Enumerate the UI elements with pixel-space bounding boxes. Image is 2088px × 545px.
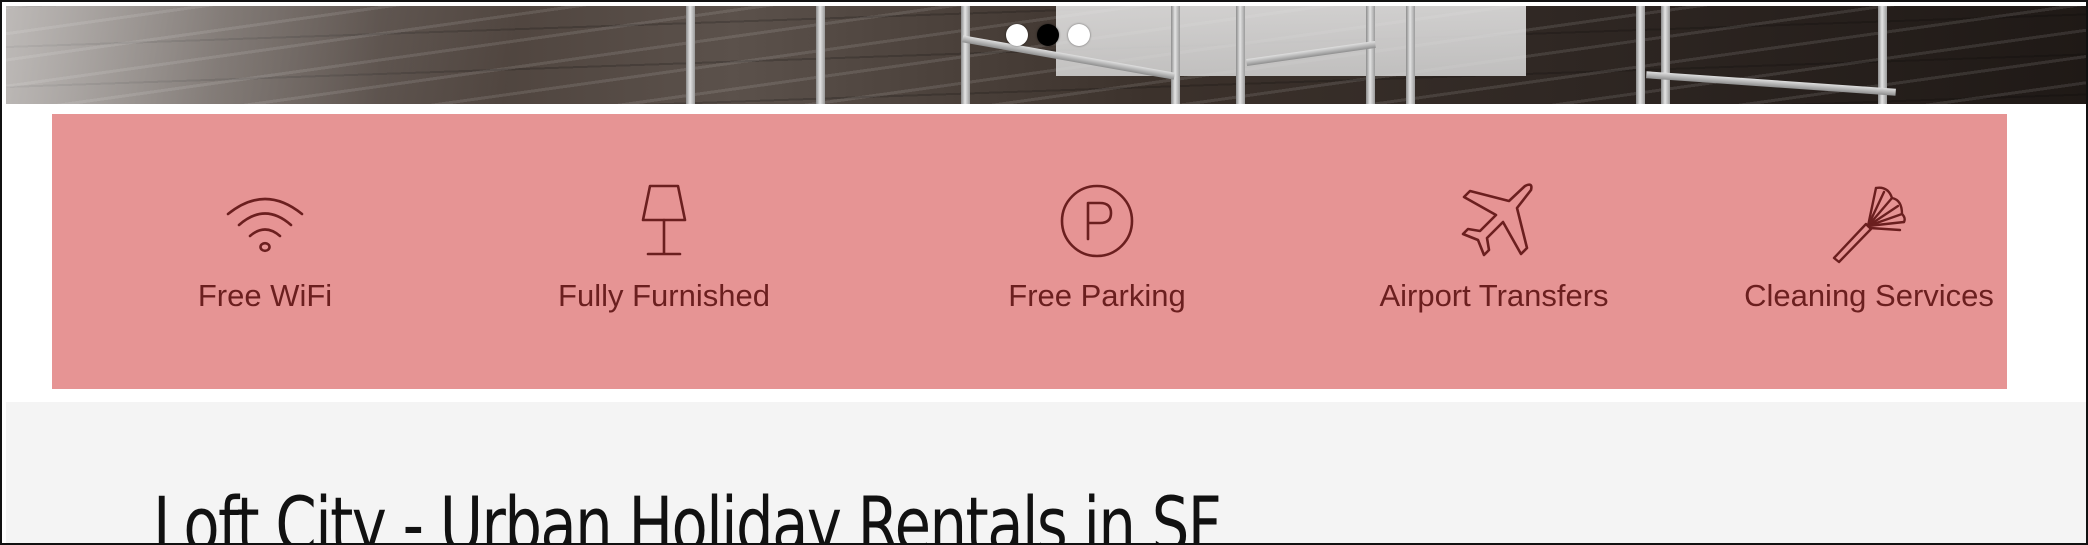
slide-dot-3[interactable] [1068, 24, 1090, 46]
stool-leg [1661, 6, 1670, 104]
stool-leg [1171, 6, 1180, 104]
content-section: Loft City - Urban Holiday Rentals in SF [6, 402, 2086, 545]
stool-leg [686, 6, 695, 104]
stool-leg [1236, 6, 1245, 104]
amenity-label: Free Parking [1008, 278, 1186, 313]
amenity-airport-transfers: Airport Transfers [1344, 178, 1644, 314]
amenity-free-wifi: Free WiFi [115, 178, 415, 314]
amenity-label: Airport Transfers [1379, 278, 1609, 313]
slideshow-pagination [1006, 24, 1090, 46]
amenity-label: Free WiFi [197, 278, 333, 313]
stool-leg [1406, 6, 1415, 104]
page-title: Loft City - Urban Holiday Rentals in SF [153, 480, 1222, 545]
hero-light-glare [6, 6, 726, 104]
amenity-cleaning-services: Cleaning Services [1719, 178, 2019, 314]
parking-icon [1054, 178, 1140, 264]
airplane-icon [1451, 178, 1537, 264]
page-frame: Free WiFi Fully Furnished Free Parking A… [0, 0, 2088, 545]
stool-leg [1636, 6, 1645, 104]
amenities-band: Free WiFi Fully Furnished Free Parking A… [52, 114, 2007, 389]
lamp-icon [621, 178, 707, 264]
stool-leg [816, 6, 825, 104]
stool-leg [1366, 6, 1375, 104]
hero-slideshow[interactable] [6, 6, 2086, 104]
amenity-label: Cleaning Services [1744, 278, 1994, 313]
slide-dot-2[interactable] [1037, 24, 1059, 46]
stool-leg [961, 6, 970, 104]
slide-dot-1[interactable] [1006, 24, 1028, 46]
amenity-fully-furnished: Fully Furnished [514, 178, 814, 314]
wifi-icon [222, 178, 308, 264]
amenity-label: Fully Furnished [558, 278, 770, 313]
duster-icon [1826, 178, 1912, 264]
amenity-free-parking: Free Parking [947, 178, 1247, 314]
